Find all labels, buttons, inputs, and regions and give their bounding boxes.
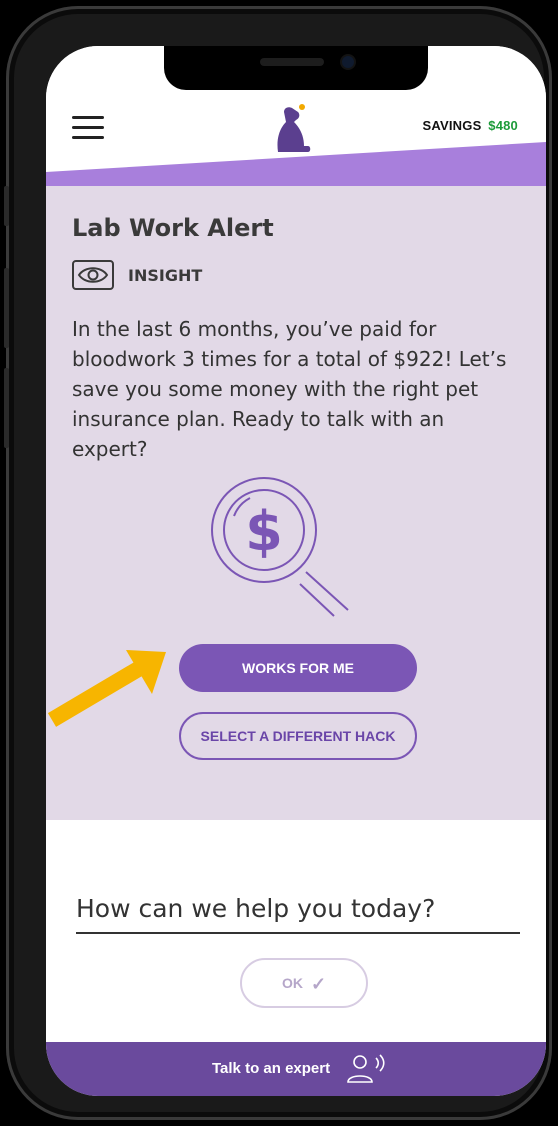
ok-button[interactable]: OK ✓ bbox=[240, 958, 368, 1008]
works-for-me-button[interactable]: WORKS FOR ME bbox=[179, 644, 417, 692]
savings-indicator: SAVINGS $480 bbox=[423, 118, 519, 133]
expert-voice-icon bbox=[347, 1054, 385, 1083]
select-different-hack-button[interactable]: SELECT A DIFFERENT HACK bbox=[179, 712, 417, 760]
eye-icon bbox=[72, 260, 114, 290]
checkmark-icon: ✓ bbox=[310, 974, 327, 995]
hamburger-menu-icon[interactable] bbox=[72, 116, 104, 140]
savings-amount: $480 bbox=[488, 118, 518, 133]
savings-label: SAVINGS bbox=[422, 118, 482, 133]
talk-to-expert-label: Talk to an expert bbox=[212, 1060, 331, 1077]
speaker-grille bbox=[260, 58, 324, 66]
help-input[interactable] bbox=[76, 884, 520, 934]
phone-frame: SAVINGS $480 Lab Work Alert INSIGHT In t… bbox=[4, 6, 552, 1120]
camera-notch bbox=[164, 46, 428, 90]
header-accent-band bbox=[46, 142, 546, 192]
svg-text:$: $ bbox=[245, 500, 283, 563]
mute-switch bbox=[4, 186, 9, 226]
front-camera bbox=[342, 56, 354, 68]
volume-up-button bbox=[4, 268, 9, 348]
app-screen: SAVINGS $480 Lab Work Alert INSIGHT In t… bbox=[46, 46, 546, 1096]
alert-title: Lab Work Alert bbox=[72, 214, 274, 242]
talk-to-expert-bar[interactable]: Talk to an expert bbox=[46, 1042, 546, 1096]
dollar-magnifier-icon: $ bbox=[211, 477, 349, 617]
pointer-arrow-icon bbox=[47, 650, 166, 727]
insight-badge-label: INSIGHT bbox=[128, 266, 203, 285]
volume-down-button bbox=[4, 368, 9, 448]
alert-message: In the last 6 months, you’ve paid for bl… bbox=[72, 317, 507, 461]
ok-label: OK bbox=[281, 975, 303, 991]
